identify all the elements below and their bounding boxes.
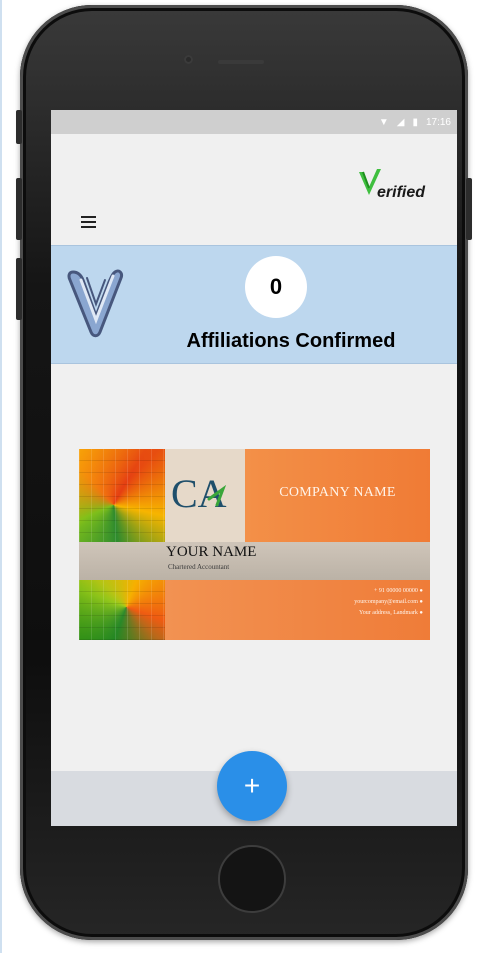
battery-icon: ▮ (412, 116, 418, 128)
v-clip-logo-icon (67, 269, 123, 338)
status-time: 17:16 (425, 116, 451, 128)
brand-name: erified (377, 184, 426, 201)
card-phone: + 91 00000 00000 ● (373, 588, 423, 594)
card-person-title: Chartered Accountant (168, 563, 230, 571)
front-camera (184, 55, 193, 64)
page-left-rule (0, 0, 2, 953)
card-mosaic-bottom (79, 580, 165, 640)
power-button (466, 178, 472, 240)
home-button[interactable] (218, 845, 286, 913)
affiliations-label: Affiliations Confirmed (186, 330, 396, 352)
card-person-name: YOUR NAME (166, 544, 257, 560)
app-screen: ▼ ◢ ▮ 17:16 erified 0 Affiliations Confi… (51, 110, 457, 826)
business-card-image[interactable]: CA COMPANY NAME YOUR NAME Chartered Acco… (79, 449, 430, 640)
volume-down-button (16, 258, 22, 320)
wifi-icon: ▼ (378, 116, 389, 128)
status-bar: ▼ ◢ ▮ 17:16 (51, 110, 457, 134)
card-company-name: COMPANY NAME (279, 485, 396, 500)
volume-up-button (16, 178, 22, 240)
hamburger-menu-icon[interactable] (81, 216, 96, 228)
card-mosaic-top (79, 449, 165, 542)
card-address: Your address, Landmark ● (358, 610, 423, 616)
affiliations-count-badge: 0 (245, 256, 307, 318)
card-email: yourcompany@email.com ● (354, 599, 423, 605)
add-affiliation-button[interactable]: + (217, 751, 287, 821)
earpiece-speaker (218, 60, 264, 64)
ca-logo-icon: CA (171, 471, 227, 516)
affiliations-banner: 0 Affiliations Confirmed (51, 245, 457, 364)
signal-icon: ◢ (396, 116, 405, 128)
mute-switch (16, 110, 22, 144)
card-ca-panel: CA (165, 449, 245, 542)
app-header: erified (51, 134, 457, 245)
